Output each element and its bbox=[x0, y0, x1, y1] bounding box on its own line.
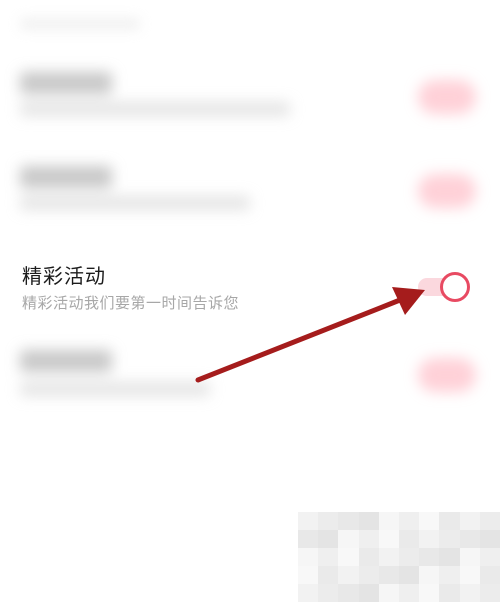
events-toggle-switch[interactable] bbox=[418, 270, 474, 304]
blurred-setting-row-3 bbox=[0, 344, 500, 414]
setting-title: 精彩活动 bbox=[22, 264, 106, 288]
setting-subtitle: 精彩活动我们要第一时间告诉您 bbox=[22, 294, 240, 312]
blurred-header bbox=[20, 18, 140, 30]
watermark-logo bbox=[298, 512, 500, 602]
setting-row-events[interactable]: 精彩活动 精彩活动我们要第一时间告诉您 bbox=[0, 252, 500, 322]
toggle-knob bbox=[440, 272, 470, 302]
settings-screen: 精彩活动 精彩活动我们要第一时间告诉您 bbox=[0, 0, 500, 602]
blurred-setting-row-2 bbox=[0, 160, 500, 230]
blurred-setting-row-1 bbox=[0, 66, 500, 136]
